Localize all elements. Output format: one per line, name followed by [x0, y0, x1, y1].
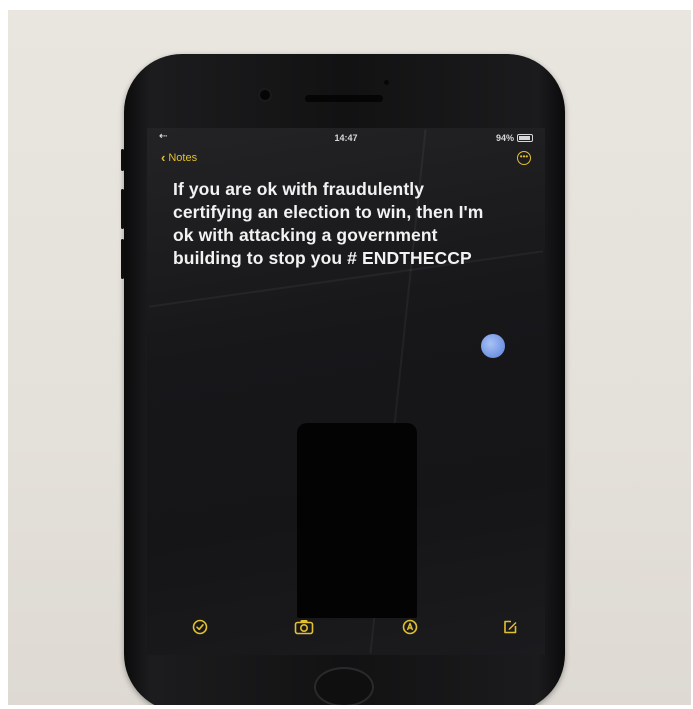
nav-bar: ‹ Notes ••• — [147, 148, 545, 172]
proximity-sensor — [384, 80, 389, 85]
battery-fill — [519, 136, 530, 140]
screen-reflection-dark — [297, 423, 417, 618]
battery-percent: 94% — [495, 133, 514, 143]
phone-body: ⇠ 14:47 94% ‹ Notes ••• If you are ok wi… — [121, 54, 565, 705]
volume-down-button — [121, 239, 124, 279]
image-frame: ⇠ 14:47 94% ‹ Notes ••• If you are ok wi… — [0, 0, 693, 709]
camera-icon[interactable] — [294, 617, 314, 637]
battery-icon — [517, 134, 533, 142]
volume-up-button — [121, 189, 124, 229]
home-button[interactable] — [314, 667, 374, 705]
bottom-toolbar — [147, 601, 545, 655]
mute-switch — [121, 149, 124, 171]
note-text[interactable]: If you are ok with fraudulently certifyi… — [173, 178, 503, 270]
assistive-touch-dot[interactable] — [481, 334, 505, 358]
ellipsis-circle-icon[interactable]: ••• — [517, 151, 531, 165]
status-right: 94% — [496, 133, 533, 143]
status-time: 14:47 — [334, 133, 358, 143]
photo-background: ⇠ 14:47 94% ‹ Notes ••• If you are ok wi… — [8, 10, 691, 705]
checklist-icon[interactable] — [190, 617, 210, 637]
front-camera — [260, 90, 270, 100]
phone-screen: ⇠ 14:47 94% ‹ Notes ••• If you are ok wi… — [147, 128, 545, 655]
back-label: Notes — [168, 151, 198, 164]
markup-icon[interactable] — [400, 617, 420, 637]
earpiece-speaker — [305, 95, 383, 102]
compose-icon[interactable] — [500, 617, 520, 637]
chevron-left-icon: ‹ — [161, 150, 166, 165]
back-button[interactable]: ‹ Notes — [161, 151, 197, 164]
status-bar: ⇠ 14:47 94% — [147, 128, 545, 148]
